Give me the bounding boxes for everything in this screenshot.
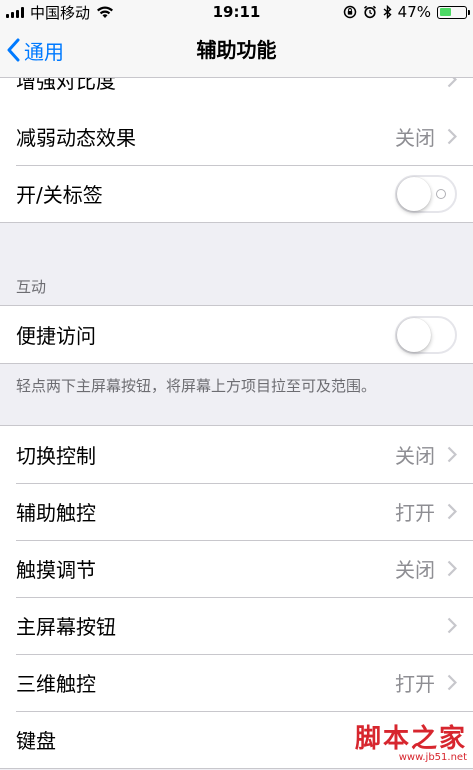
status-left: 中国移动 [0,2,114,23]
orientation-lock-icon [343,5,356,19]
status-bar: 中国移动 19:11 47% [0,0,473,24]
chevron-right-icon [447,128,457,145]
chevron-right-icon [447,446,457,463]
list-item-on-off-labels: 开/关标签 [0,165,473,222]
toggle-knob [397,317,431,352]
row-value: 打开 [395,501,435,525]
chevron-right-icon [447,674,457,691]
list-item-touch-accommodations[interactable]: 触摸调节 关闭 [0,540,473,597]
row-label: 触摸调节 [16,558,96,582]
row-value: 关闭 [395,126,435,150]
battery-fill [439,8,451,16]
row-label: 增强对比度 [16,78,116,93]
reachability-toggle[interactable] [395,315,457,354]
battery-icon [437,5,470,19]
status-right: 47% [343,3,473,21]
row-label: 三维触控 [16,672,96,696]
row-label: 切换控制 [16,444,96,468]
battery-percent: 47% [397,3,431,21]
list-item-reduce-motion[interactable]: 减弱动态效果 关闭 [0,108,473,165]
page-title: 辅助功能 [196,38,277,62]
section-footer-reachability: 轻点两下主屏幕按钮，将屏幕上方项目拉至可及范围。 [16,377,377,395]
toggle-knob [397,176,431,211]
carrier-name: 中国移动 [30,3,91,22]
bluetooth-icon [383,5,392,19]
group-interaction: 便捷访问 [0,305,473,364]
watermark-text: 脚本之家 [354,724,467,754]
row-label: 减弱动态效果 [16,126,136,150]
list-item-3d-touch[interactable]: 三维触控 打开 [0,654,473,711]
chevron-right-icon [447,560,457,577]
list-item-assistive-touch[interactable]: 辅助触控 打开 [0,483,473,540]
on-off-labels-toggle[interactable] [395,174,457,213]
watermark-logo: 脚本之家 www.jb51.net [355,726,467,764]
off-indicator-icon [436,188,446,199]
row-value: 打开 [395,672,435,696]
group-display: 增强对比度 减弱动态效果 关闭 开/关标签 [0,78,473,223]
chevron-right-icon [447,78,457,88]
row-value: 关闭 [395,444,435,468]
wifi-icon [97,6,114,18]
navigation-bar: 通用 辅助功能 [0,24,473,78]
chevron-right-icon [447,503,457,520]
row-label: 便捷访问 [16,324,96,348]
list-item-switch-control[interactable]: 切换控制 关闭 [0,426,473,483]
row-label: 主屏幕按钮 [16,615,116,639]
cellular-signal-icon [6,6,24,18]
row-label: 辅助触控 [16,501,96,525]
section-header-label: 互动 [16,278,47,296]
chevron-right-icon [447,617,457,634]
settings-screen: 中国移动 19:11 47% 通用 辅助功能 增强对比度 减弱动态效果 关闭 开… [0,0,473,770]
row-value: 关闭 [395,558,435,582]
alarm-icon [363,5,376,19]
list-item-reachability: 便捷访问 [0,306,473,363]
group-controls: 切换控制 关闭 辅助触控 打开 触摸调节 关闭 主屏幕按钮 三维触控 打开 键盘 [0,425,473,769]
list-item-home-button[interactable]: 主屏幕按钮 [0,597,473,654]
section-header-interaction: 互动 [0,223,473,305]
settings-content: 增强对比度 减弱动态效果 关闭 开/关标签 互动 便捷访问 轻点两下主屏幕按钮，… [0,78,473,769]
row-label: 开/关标签 [16,183,103,207]
list-item-increase-contrast[interactable]: 增强对比度 [0,78,473,108]
